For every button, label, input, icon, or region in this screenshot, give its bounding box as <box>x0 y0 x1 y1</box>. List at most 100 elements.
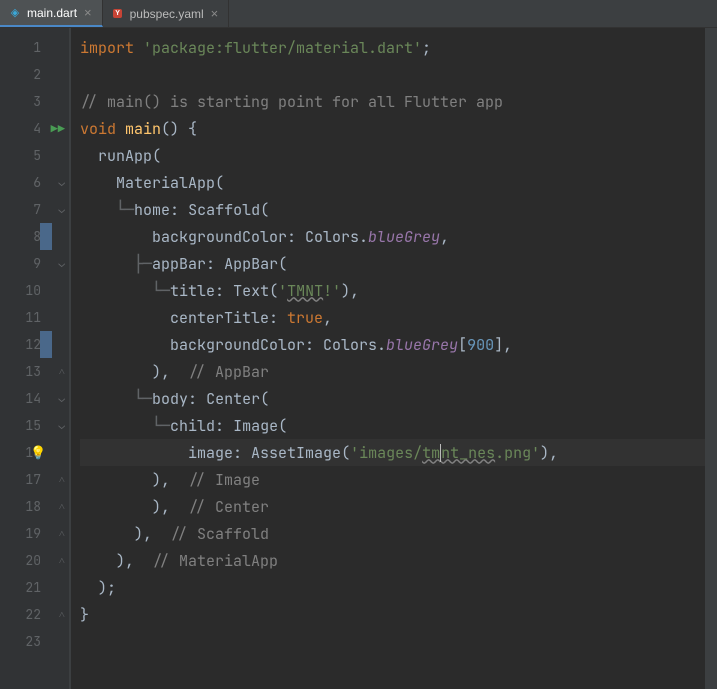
token-const: true <box>287 308 323 328</box>
line-number: 1 <box>33 39 41 56</box>
code-line[interactable] <box>80 628 717 655</box>
line-number: 3 <box>33 93 41 110</box>
token-pn: : <box>206 254 224 274</box>
gutter-line: 17˄ <box>0 466 69 493</box>
fold-collapse-icon[interactable]: ⌄ <box>58 176 65 190</box>
change-marker <box>40 223 52 250</box>
token-cls: image <box>188 443 233 463</box>
code-line[interactable]: // main() is starting point for all Flut… <box>80 88 717 115</box>
token-cls: centerTitle <box>170 308 269 328</box>
token-cls: backgroundColor <box>170 335 305 355</box>
token-pn <box>80 443 188 463</box>
code-line[interactable]: centerTitle: true, <box>80 304 717 331</box>
gutter-line: 2 <box>0 61 69 88</box>
code-line[interactable]: MaterialApp( <box>80 169 717 196</box>
gutter-line: 5 <box>0 142 69 169</box>
token-cls: home <box>134 200 170 220</box>
gutter-line: 9⌄ <box>0 250 69 277</box>
line-number: 14 <box>25 390 41 407</box>
code-line[interactable]: runApp( <box>80 142 717 169</box>
fold-expand-icon[interactable]: ˄ <box>59 527 65 541</box>
line-number: 21 <box>25 579 41 596</box>
yaml-file-icon: Y <box>111 7 125 21</box>
line-number: 6 <box>33 174 41 191</box>
line-number: 19 <box>25 525 41 542</box>
token-pn: : <box>215 416 233 436</box>
token-cls: Text <box>233 281 269 301</box>
code-line[interactable] <box>80 61 717 88</box>
line-number: 5 <box>33 147 41 164</box>
code-line[interactable]: } <box>80 601 717 628</box>
code-line[interactable]: ), // Scaffold <box>80 520 717 547</box>
lightbulb-icon[interactable]: 💡 <box>30 444 46 461</box>
fold-collapse-icon[interactable]: ⌄ <box>58 257 65 271</box>
code-line[interactable]: └─body: Center( <box>80 385 717 412</box>
fold-collapse-icon[interactable]: ⌄ <box>58 392 65 406</box>
token-pn: ( <box>215 173 224 193</box>
fold-collapse-icon[interactable]: ⌄ <box>58 419 65 433</box>
token-cls: appBar <box>152 254 206 274</box>
fold-expand-icon[interactable]: ˄ <box>59 365 65 379</box>
code-line[interactable]: backgroundColor: Colors.blueGrey, <box>80 223 717 250</box>
line-number: 10 <box>25 282 41 299</box>
gutter-line: 11 <box>0 304 69 331</box>
code-line[interactable]: └─child: Image( <box>80 412 717 439</box>
token-cls: title <box>170 281 215 301</box>
token-tree-v: └─ <box>152 416 170 436</box>
code-line[interactable]: ), // MaterialApp <box>80 547 717 574</box>
close-icon[interactable]: × <box>82 5 94 20</box>
gutter-line: 10 <box>0 277 69 304</box>
token-pn: ), <box>80 497 188 517</box>
line-number: 23 <box>25 633 41 650</box>
token-stat: blueGrey <box>386 335 458 355</box>
code-line[interactable]: └─title: Text('TMNT!'), <box>80 277 717 304</box>
code-line[interactable]: import 'package:flutter/material.dart'; <box>80 34 717 61</box>
change-marker <box>40 331 52 358</box>
token-pn <box>134 38 143 58</box>
token-cls: Image <box>233 416 278 436</box>
token-pn: ( <box>278 416 287 436</box>
code-line[interactable]: └─home: Scaffold( <box>80 196 717 223</box>
code-line[interactable]: ├─appBar: AppBar( <box>80 250 717 277</box>
gutter-line: 6⌄ <box>0 169 69 196</box>
code-line[interactable]: ), // Center <box>80 493 717 520</box>
tab-pubspec-yaml[interactable]: Y pubspec.yaml × <box>103 0 230 27</box>
fold-expand-icon[interactable]: ˄ <box>59 473 65 487</box>
token-pn: ], <box>494 335 512 355</box>
fold-expand-icon[interactable]: ˄ <box>59 608 65 622</box>
close-icon[interactable]: × <box>209 6 221 21</box>
fold-expand-icon[interactable]: ˄ <box>59 554 65 568</box>
token-pn <box>80 146 98 166</box>
code-editor[interactable]: 1234▶▶56⌄7⌄89⌄10111213˄14⌄15⌄1617˄18˄19˄… <box>0 28 717 689</box>
fold-expand-icon[interactable]: ˄ <box>59 500 65 514</box>
code-line[interactable]: backgroundColor: Colors.blueGrey[900], <box>80 331 717 358</box>
token-cmt: // AppBar <box>188 362 269 382</box>
token-pn: : <box>215 281 233 301</box>
token-pn: : <box>188 389 206 409</box>
token-cls: body <box>152 389 188 409</box>
line-number: 12 <box>25 336 41 353</box>
token-pn: , <box>440 227 449 247</box>
token-stat: blueGrey <box>368 227 440 247</box>
code-line[interactable]: ); <box>80 574 717 601</box>
code-line[interactable]: ), // AppBar <box>80 358 717 385</box>
token-cls: Scaffold <box>188 200 260 220</box>
token-pn: ( <box>341 443 350 463</box>
token-pn: ( <box>152 146 161 166</box>
tab-main-dart[interactable]: ◈ main.dart × <box>0 0 103 27</box>
code-line[interactable]: 💡 image: AssetImage('images/tmnt_nes.png… <box>80 439 717 466</box>
token-pn: [ <box>458 335 467 355</box>
code-area[interactable]: import 'package:flutter/material.dart'; /… <box>70 28 717 689</box>
gutter-line: 3 <box>0 88 69 115</box>
scrollbar[interactable] <box>705 28 717 689</box>
code-line[interactable]: void main() { <box>80 115 717 142</box>
token-cls: AppBar <box>224 254 278 274</box>
token-pn: ( <box>269 281 278 301</box>
run-icon[interactable]: ▶▶ <box>51 121 65 137</box>
gutter-line: 14 ⌄ <box>0 385 69 412</box>
token-pn: } <box>80 605 89 625</box>
token-str: .png' <box>495 443 540 463</box>
line-number: 15 <box>25 417 41 434</box>
code-line[interactable]: ), // Image <box>80 466 717 493</box>
fold-collapse-icon[interactable]: ⌄ <box>58 203 65 217</box>
